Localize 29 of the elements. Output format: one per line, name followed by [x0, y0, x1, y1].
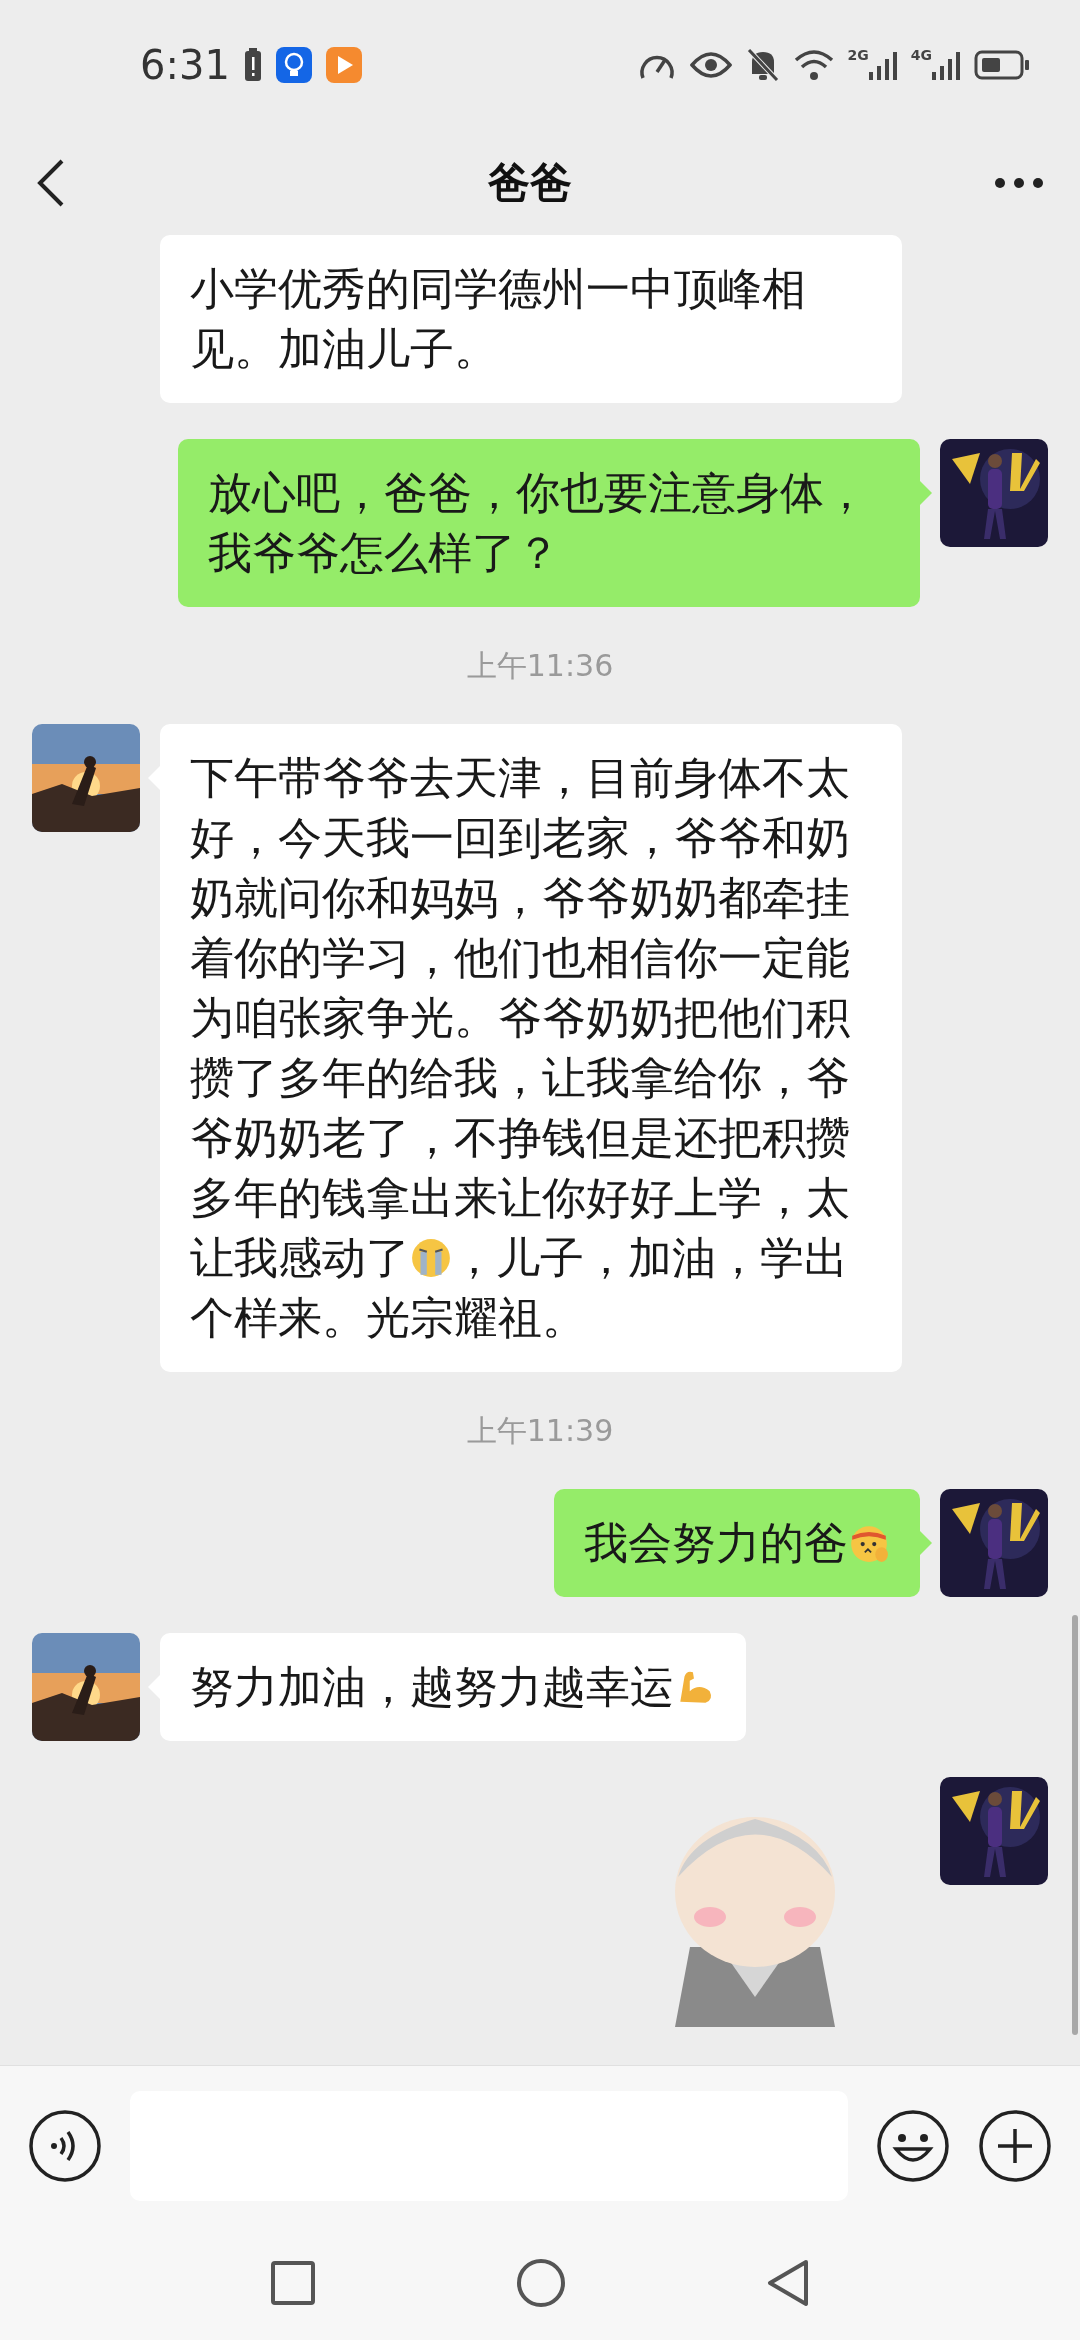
play-icon	[325, 47, 362, 83]
chat-title: 爸爸	[488, 157, 572, 209]
crying-face-icon	[410, 1237, 452, 1279]
message-text: 小学优秀的同学德州一中顶峰相见。加油儿子。	[190, 263, 806, 374]
muted-bell-icon	[745, 47, 780, 83]
smiley-icon[interactable]	[876, 2108, 950, 2183]
lightbulb-icon	[275, 47, 312, 83]
message-text: 我会努力的爸	[584, 1517, 890, 1568]
wifi-icon	[793, 48, 834, 82]
network-label: 4G	[910, 48, 932, 62]
plus-icon[interactable]	[978, 2108, 1052, 2183]
message-text: 努力加油，越努力越幸运	[190, 1661, 716, 1712]
status-time: 6:31	[140, 41, 230, 90]
home-icon[interactable]	[516, 2257, 566, 2308]
network-label: 2G	[847, 48, 869, 62]
battery-icon	[974, 49, 1030, 81]
back-icon[interactable]	[36, 157, 66, 208]
recents-icon[interactable]	[270, 2259, 316, 2306]
battery-alert-icon	[243, 48, 262, 82]
timestamp: 上午11:36	[466, 647, 614, 685]
back-nav-icon[interactable]	[766, 2258, 810, 2307]
message-text: 放心吧，爸爸，你也要注意身体，我爷爷怎么样了？	[208, 467, 868, 578]
timestamp: 上午11:39	[466, 1412, 614, 1450]
signal-icon	[868, 50, 897, 82]
message-text: 下午带爷爷去天津，目前身体不太好，今天我一回到老家，爷爷和奶奶就问你和妈妈，爷爷奶奶都牵挂着你的学习，他们也相信你一定能为咱张家争光。爷爷奶奶把他们积攒了多年的给我，让我拿给你，爷爷奶奶老了，不挣钱但是还把积攒多年的钱拿出来让你好好上学，太让我感动了 ，儿子，加油，学出个样来。光宗耀祖。	[190, 752, 850, 1343]
voice-icon[interactable]	[28, 2108, 102, 2183]
more-icon[interactable]	[994, 176, 1044, 189]
eye-icon	[689, 51, 732, 79]
signal-icon	[932, 50, 960, 82]
